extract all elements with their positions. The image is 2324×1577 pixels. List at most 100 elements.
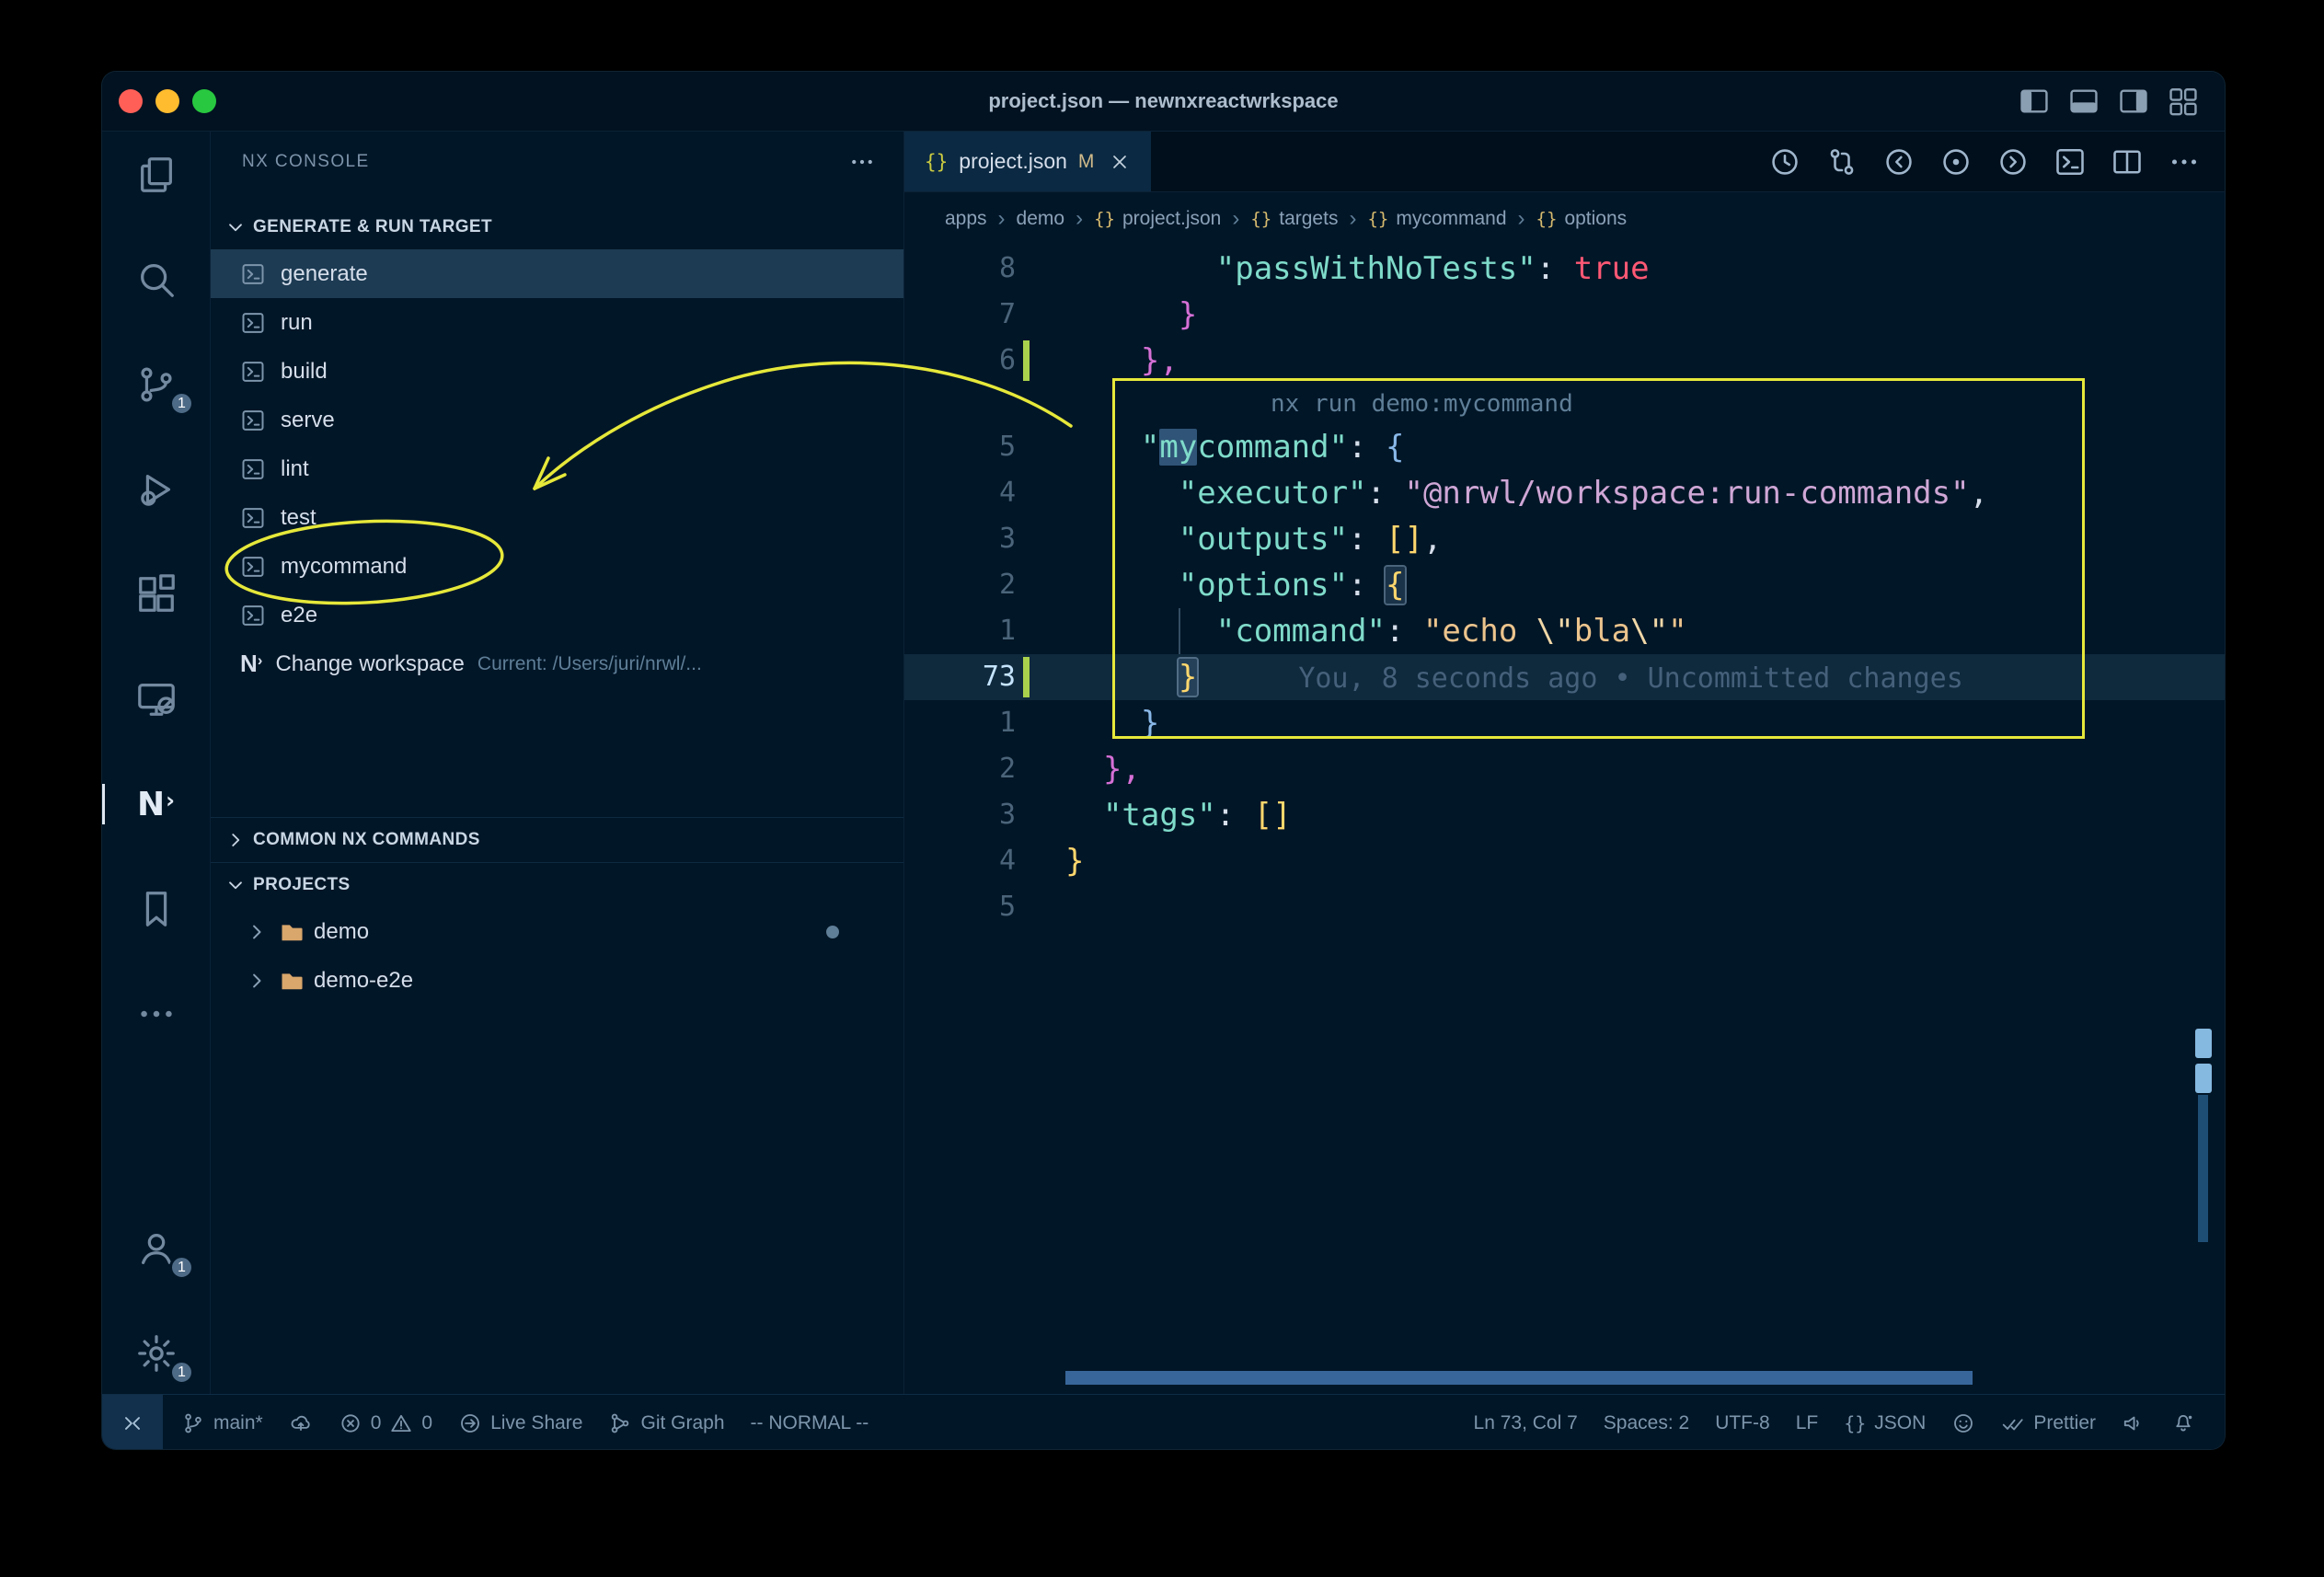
- gutter-bar: [1016, 700, 1034, 746]
- target-mycommand[interactable]: mycommand: [211, 542, 903, 591]
- status-label: Spaces: 2: [1604, 1412, 1689, 1434]
- more-actions-icon[interactable]: [2168, 145, 2201, 178]
- code-line: 4}: [904, 838, 2225, 884]
- change-workspace-item[interactable]: N› Change workspace Current: /Users/juri…: [211, 639, 903, 688]
- target-label: mycommand: [281, 554, 407, 580]
- toggle-secondary-sidebar-icon[interactable]: [2118, 86, 2149, 117]
- activity-settings[interactable]: 1: [102, 1331, 210, 1376]
- activity-accounts[interactable]: 1: [102, 1226, 210, 1271]
- gutter-bar: [1016, 516, 1034, 562]
- previous-change-icon[interactable]: [1882, 145, 1916, 178]
- gutter-bar: [1016, 246, 1034, 292]
- activity-bar: 1 N› 1 1: [102, 132, 211, 1394]
- line-text: "command": "echo \"bla\"": [1034, 608, 2225, 654]
- status-cursor-position[interactable]: Ln 73, Col 7: [1461, 1395, 1591, 1450]
- customize-layout-icon[interactable]: [2168, 86, 2199, 117]
- split-editor-icon[interactable]: [2111, 145, 2144, 178]
- section-common-nx-commands[interactable]: COMMON NX COMMANDS: [211, 817, 903, 862]
- minimize-window-button[interactable]: [155, 89, 179, 113]
- status-branch[interactable]: main*: [168, 1395, 276, 1450]
- vertical-scrollbar[interactable]: [2198, 1095, 2208, 1242]
- activity-source-control[interactable]: 1: [102, 363, 210, 407]
- code-lines: 8 "passWithNoTests": true7 }6 },nx run d…: [904, 246, 2225, 930]
- activity-remote-explorer[interactable]: [102, 677, 210, 721]
- code-line: 1 "command": "echo \"bla\"": [904, 608, 2225, 654]
- tab-label: project.json: [959, 149, 1067, 174]
- line-text: "passWithNoTests": true: [1034, 246, 2225, 292]
- project-demo-e2e[interactable]: demo-e2e: [211, 956, 903, 1005]
- search-icon: [135, 259, 178, 301]
- sidebar-header: NX CONSOLE: [211, 132, 903, 192]
- more-actions-icon[interactable]: [848, 148, 876, 176]
- zoom-window-button[interactable]: [192, 89, 216, 113]
- section-projects[interactable]: PROJECTS: [211, 862, 903, 907]
- activity-explorer[interactable]: [102, 153, 210, 197]
- nx-logo-icon: N›: [240, 650, 262, 678]
- status-git-graph[interactable]: Git Graph: [595, 1395, 737, 1450]
- toggle-primary-sidebar-icon[interactable]: [2019, 86, 2050, 117]
- close-window-button[interactable]: [119, 89, 143, 113]
- target-generate[interactable]: generate: [211, 249, 903, 298]
- run-target-icon[interactable]: [2054, 145, 2087, 178]
- explorer-icon: [135, 154, 178, 196]
- line-number: 5: [904, 424, 1016, 470]
- breadcrumb-project.json[interactable]: {}project.json: [1094, 208, 1221, 230]
- extensions-icon: [135, 573, 178, 616]
- breadcrumb-options[interactable]: {}options: [1536, 208, 1628, 230]
- status-remote[interactable]: [102, 1395, 163, 1450]
- close-tab-icon[interactable]: [1109, 151, 1131, 173]
- json-file-icon: {}: [925, 151, 948, 173]
- editor-code[interactable]: 8 "passWithNoTests": true7 }6 },nx run d…: [904, 246, 2225, 1394]
- breadcrumb-targets[interactable]: {}targets: [1250, 208, 1338, 230]
- compare-changes-icon[interactable]: [1825, 145, 1858, 178]
- bookmark-icon: [135, 888, 178, 930]
- codelens-command[interactable]: nx run demo:mycommand: [904, 384, 2225, 424]
- status-publish[interactable]: [276, 1395, 326, 1450]
- toggle-panel-icon[interactable]: [2068, 86, 2100, 117]
- status-vim-mode[interactable]: -- NORMAL --: [738, 1395, 882, 1450]
- target-lint[interactable]: lint: [211, 444, 903, 493]
- target-run[interactable]: run: [211, 298, 903, 347]
- code-line: 73 }You, 8 seconds ago • Uncommitted cha…: [904, 654, 2225, 700]
- window-title: project.json — newnxreactwrkspace: [988, 89, 1338, 113]
- breadcrumb-apps[interactable]: apps: [945, 208, 987, 230]
- section-generate-run-target[interactable]: GENERATE & RUN TARGET: [211, 205, 903, 249]
- status-encoding[interactable]: UTF-8: [1702, 1395, 1783, 1450]
- activity-nx-console[interactable]: N›: [102, 782, 210, 826]
- status-formatter[interactable]: Prettier: [1988, 1395, 2109, 1450]
- open-changes-icon[interactable]: [1939, 145, 1973, 178]
- change-workspace-label: Change workspace: [275, 651, 464, 677]
- status-announcement[interactable]: [2109, 1395, 2158, 1450]
- status-eol[interactable]: LF: [1783, 1395, 1832, 1450]
- double-check-icon: [2001, 1411, 2025, 1435]
- more-horizontal-icon: [135, 993, 178, 1035]
- status-problems[interactable]: 00: [326, 1395, 445, 1450]
- activity-run-debug[interactable]: [102, 467, 210, 512]
- target-test[interactable]: test: [211, 493, 903, 542]
- activity-search[interactable]: [102, 258, 210, 302]
- activity-extensions[interactable]: [102, 572, 210, 616]
- status-live-share[interactable]: Live Share: [445, 1395, 595, 1450]
- status-language[interactable]: {}JSON: [1831, 1395, 1939, 1450]
- target-list: generaterunbuildservelinttest mycommand e2…: [211, 249, 903, 639]
- target-serve[interactable]: serve: [211, 396, 903, 444]
- horizontal-scrollbar[interactable]: [1065, 1371, 1973, 1385]
- breadcrumb-mycommand[interactable]: {}mycommand: [1367, 208, 1506, 230]
- target-e2e[interactable]: e2e: [211, 591, 903, 639]
- target-build[interactable]: build: [211, 347, 903, 396]
- chevron-right-icon: [244, 968, 270, 994]
- breadcrumb-demo[interactable]: demo: [1017, 208, 1065, 230]
- tab-bar: {} project.json M: [904, 132, 2225, 192]
- git-graph-icon: [608, 1411, 632, 1435]
- status-notifications[interactable]: [2158, 1395, 2208, 1450]
- next-change-icon[interactable]: [1996, 145, 2030, 178]
- line-number: 4: [904, 470, 1016, 516]
- status-feedback-smiley[interactable]: [1939, 1395, 1988, 1450]
- timeline-icon[interactable]: [1768, 145, 1801, 178]
- status-indentation[interactable]: Spaces: 2: [1591, 1395, 1702, 1450]
- tab-project-json[interactable]: {} project.json M: [904, 132, 1151, 191]
- line-number: 3: [904, 792, 1016, 838]
- project-demo[interactable]: demo: [211, 907, 903, 956]
- activity-more[interactable]: [102, 992, 210, 1036]
- activity-bookmarks[interactable]: [102, 887, 210, 931]
